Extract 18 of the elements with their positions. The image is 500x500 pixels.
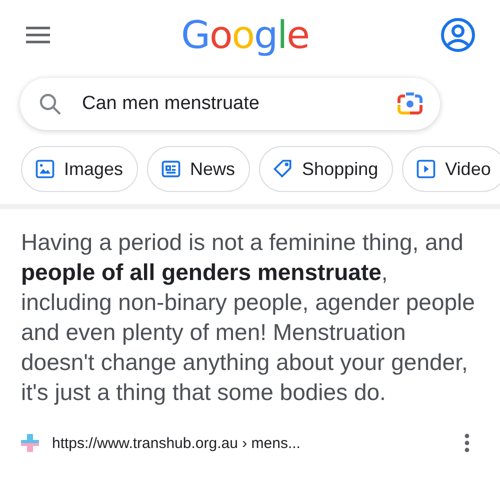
filter-chip[interactable]: Video	[402, 146, 500, 192]
search-field[interactable]: Can men menstruate	[20, 78, 440, 130]
logo: Google	[180, 13, 310, 57]
camera-icon[interactable]	[396, 91, 424, 117]
newspaper-icon	[160, 158, 182, 180]
play-icon	[415, 158, 438, 180]
filter-chip[interactable]: Shopping	[259, 146, 394, 192]
image-icon	[34, 158, 56, 180]
tag-icon	[272, 158, 294, 180]
filter-chip[interactable]: Images	[21, 146, 138, 192]
menu-icon[interactable]	[26, 26, 50, 44]
result-url[interactable]: https://www.transhub.org.au › mens...	[52, 434, 452, 452]
search-icon	[38, 92, 62, 116]
site-favicon	[20, 433, 40, 453]
account-icon[interactable]	[440, 17, 476, 53]
more-icon[interactable]	[464, 433, 470, 453]
result-snippet: Having a period is not a feminine thing, and people of all genders menstruate, including non-binary people, agender people and even plenty of men! Menstruation doesn't change anything about your gender, it's just a thing that some bodies do.	[20, 228, 476, 407]
filter-chip[interactable]: News	[147, 146, 250, 192]
